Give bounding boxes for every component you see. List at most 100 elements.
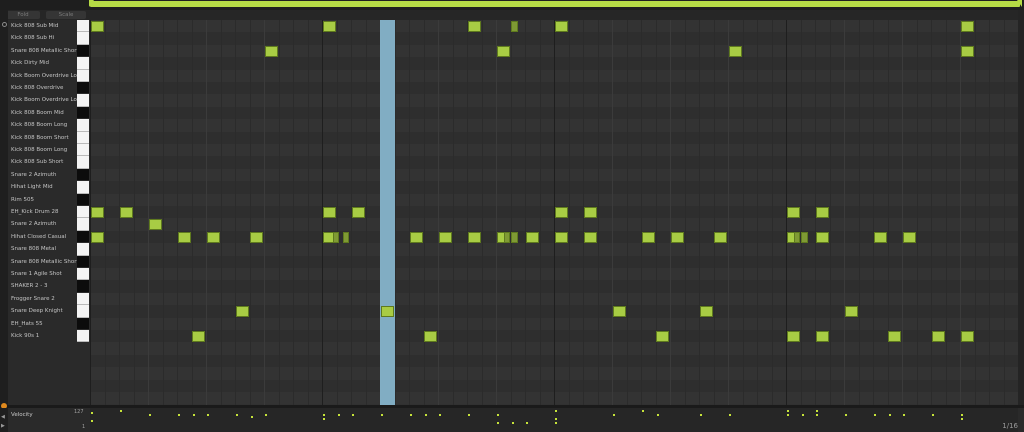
- velocity-editor[interactable]: [90, 408, 1018, 432]
- midi-note[interactable]: [322, 206, 336, 218]
- piano-key[interactable]: [77, 206, 89, 219]
- velocity-point[interactable]: [120, 410, 122, 412]
- midi-note[interactable]: [90, 231, 104, 243]
- velocity-point[interactable]: [787, 414, 789, 416]
- lane-row[interactable]: Kick 808 Overdrive: [8, 82, 90, 95]
- midi-note[interactable]: [206, 231, 220, 243]
- velocity-point[interactable]: [337, 414, 340, 416]
- midi-note[interactable]: [177, 231, 191, 243]
- lane-name[interactable]: Kick 90s 1: [11, 330, 77, 342]
- lane-name[interactable]: Kick 808 Sub Mid: [11, 20, 77, 32]
- midi-note[interactable]: [342, 231, 350, 243]
- lane-name[interactable]: Snare 808 Metallic Short: [11, 256, 77, 268]
- midi-note[interactable]: [815, 330, 829, 342]
- lane-name[interactable]: Kick 808 Boom Mid: [11, 107, 77, 119]
- piano-key[interactable]: [77, 268, 89, 281]
- lane-name[interactable]: Hihat Light Mid: [11, 181, 77, 193]
- midi-note[interactable]: [728, 45, 742, 57]
- midi-note[interactable]: [960, 45, 974, 57]
- lane-row[interactable]: Snare 808 Metallic Short: [8, 44, 90, 58]
- velocity-point[interactable]: [816, 410, 818, 412]
- piano-key[interactable]: [77, 44, 89, 58]
- expand-icon[interactable]: ▶: [1, 423, 5, 429]
- midi-note[interactable]: [511, 20, 518, 32]
- settings-icon[interactable]: [2, 22, 7, 27]
- velocity-point[interactable]: [250, 416, 253, 418]
- lane-row[interactable]: Kick 808 Boom Long: [8, 144, 90, 157]
- midi-note[interactable]: [714, 231, 727, 243]
- midi-note[interactable]: [503, 231, 511, 243]
- velocity-point[interactable]: [787, 410, 789, 412]
- lane-row[interactable]: Kick Dirty Mid: [8, 57, 90, 70]
- piano-key[interactable]: [77, 193, 89, 206]
- piano-key[interactable]: [77, 20, 89, 33]
- lane-row[interactable]: EH_Hats 55: [8, 317, 90, 330]
- velocity-point[interactable]: [323, 418, 325, 420]
- midi-note[interactable]: [148, 219, 162, 231]
- lane-row[interactable]: Snare 2 Azimuth: [8, 218, 90, 231]
- midi-note[interactable]: [554, 231, 568, 243]
- lane-name[interactable]: Kick 808 Overdrive: [11, 82, 77, 94]
- velocity-lane[interactable]: ◀ ▶ Velocity 127 1 1/16: [0, 408, 1024, 432]
- lane-row[interactable]: Snare Deep Knight: [8, 305, 90, 318]
- lane-row[interactable]: Kick 808 Boom Long: [8, 119, 90, 132]
- velocity-point[interactable]: [555, 422, 557, 424]
- velocity-point[interactable]: [642, 410, 644, 412]
- velocity-point[interactable]: [192, 414, 195, 416]
- lane-name[interactable]: Snare 2 Azimuth: [11, 169, 77, 181]
- velocity-point[interactable]: [700, 414, 702, 416]
- grid-size-readout[interactable]: 1/16: [1002, 422, 1018, 430]
- velocity-point[interactable]: [497, 414, 499, 416]
- midi-note[interactable]: [467, 20, 481, 32]
- lane-name[interactable]: Frogger Snare 2: [11, 293, 77, 305]
- lane-row[interactable]: Kick 808 Sub Short: [8, 156, 90, 169]
- lane-row[interactable]: EH_Kick Drum 28: [8, 206, 90, 219]
- velocity-point[interactable]: [845, 414, 847, 416]
- midi-note[interactable]: [786, 206, 800, 218]
- piano-key[interactable]: [77, 230, 89, 244]
- midi-note[interactable]: [699, 305, 713, 317]
- velocity-point[interactable]: [424, 414, 427, 416]
- velocity-point[interactable]: [439, 414, 441, 416]
- loop-start-marker[interactable]: [89, 0, 94, 7]
- midi-note[interactable]: [815, 206, 829, 218]
- velocity-point[interactable]: [888, 414, 891, 416]
- midi-note[interactable]: [612, 305, 626, 317]
- piano-key[interactable]: [77, 131, 89, 144]
- lane-name[interactable]: Kick 808 Boom Long: [11, 119, 77, 131]
- midi-note[interactable]: [409, 231, 423, 243]
- midi-note[interactable]: [424, 330, 437, 342]
- lane-row[interactable]: Snare 808 Metal: [8, 243, 90, 256]
- midi-note[interactable]: [960, 20, 974, 32]
- lane-row[interactable]: Kick Boom Overdrive Long: [8, 69, 90, 82]
- midi-note[interactable]: [511, 231, 518, 243]
- lane-name[interactable]: EH_Kick Drum 28: [11, 206, 77, 218]
- midi-note[interactable]: [250, 231, 263, 243]
- lane-name[interactable]: Kick 808 Boom Short: [11, 132, 77, 144]
- velocity-point[interactable]: [961, 418, 963, 420]
- velocity-point[interactable]: [149, 414, 151, 416]
- midi-note[interactable]: [380, 305, 394, 317]
- lane-name[interactable]: Kick Dirty Mid: [11, 57, 77, 69]
- velocity-point[interactable]: [961, 414, 963, 416]
- lane-row[interactable]: SHAKER 2 - 3: [8, 280, 90, 293]
- piano-key[interactable]: [77, 330, 89, 343]
- velocity-point[interactable]: [511, 422, 514, 424]
- lane-row[interactable]: Rim 505: [8, 193, 90, 206]
- velocity-point[interactable]: [91, 420, 93, 422]
- piano-key[interactable]: [77, 156, 89, 169]
- lane-name[interactable]: Snare Deep Knight: [11, 305, 77, 317]
- piano-key[interactable]: [77, 106, 89, 120]
- lane-name[interactable]: Kick Boom Overdrive Long: [11, 70, 77, 82]
- velocity-point[interactable]: [178, 414, 180, 416]
- lane-name[interactable]: Hihat Closed Casual: [11, 231, 77, 243]
- lane-name[interactable]: Kick Boom Overdrive Lo Lo: [11, 94, 77, 106]
- midi-note[interactable]: [815, 231, 829, 243]
- midi-note[interactable]: [656, 330, 669, 342]
- midi-note[interactable]: [786, 330, 800, 342]
- lane-row[interactable]: Kick 808 Boom Short: [8, 131, 90, 144]
- lane-row[interactable]: Snare 2 Azimuth: [8, 168, 90, 182]
- lane-name[interactable]: Rim 505: [11, 194, 77, 206]
- midi-note[interactable]: [873, 231, 887, 243]
- midi-note[interactable]: [235, 305, 249, 317]
